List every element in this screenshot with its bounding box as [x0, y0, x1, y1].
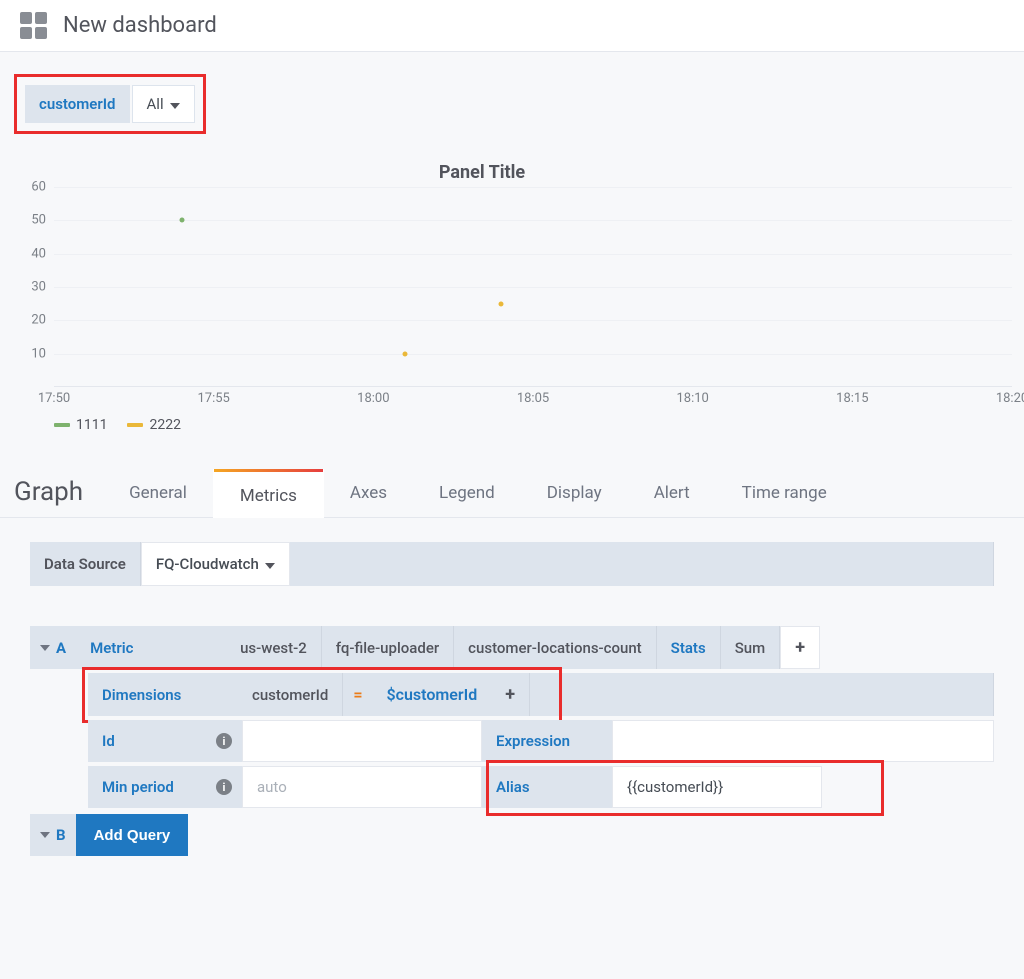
y-tick-label: 30: [31, 280, 46, 295]
min-period-label: Min period: [88, 766, 206, 808]
query-toggle-a[interactable]: A: [30, 626, 76, 669]
y-tick-label: 40: [31, 246, 46, 261]
variable-value: All: [147, 95, 164, 113]
legend-swatch: [127, 423, 143, 427]
data-point[interactable]: [403, 351, 408, 356]
dimensions-row: Dimensions customerId = $customerId +: [88, 673, 994, 716]
template-variables-row: customerId All: [0, 52, 1024, 156]
data-point[interactable]: [179, 218, 184, 223]
x-tick-label: 18:05: [517, 391, 549, 406]
legend-label: 1111: [76, 417, 107, 433]
variable-highlight-box: customerId All: [14, 74, 206, 134]
x-tick-label: 18:20: [996, 391, 1024, 406]
legend-label: 2222: [149, 417, 180, 433]
equals-icon: =: [343, 673, 372, 716]
query-toggle-b[interactable]: B: [30, 814, 76, 856]
datasource-picker[interactable]: FQ-Cloudwatch: [141, 542, 290, 586]
tab-display[interactable]: Display: [521, 469, 628, 517]
chart-legend: 1111 2222: [18, 407, 1016, 443]
chart-panel[interactable]: 102030405060 17:5017:5518:0018:0518:1018…: [0, 187, 1024, 443]
plot-canvas: [54, 187, 1012, 387]
alias-label: Alias: [482, 766, 612, 808]
legend-item[interactable]: 1111: [54, 417, 107, 433]
y-axis: 102030405060: [18, 187, 50, 387]
expression-label: Expression: [482, 720, 612, 762]
x-tick-label: 17:55: [197, 391, 229, 406]
stats-value[interactable]: Sum: [721, 626, 781, 669]
min-period-info-icon[interactable]: i: [206, 766, 242, 808]
dashboard-header: New dashboard: [0, 0, 1024, 52]
stats-label: Stats: [657, 626, 721, 669]
datasource-value: FQ-Cloudwatch: [156, 555, 259, 573]
caret-down-icon: [265, 555, 275, 573]
metrics-editor: Data Source FQ-Cloudwatch A Metric us-we…: [0, 518, 1024, 884]
variable-dropdown[interactable]: All: [132, 85, 195, 123]
panel-title[interactable]: Panel Title: [0, 162, 1024, 183]
x-tick-label: 18:10: [676, 391, 708, 406]
dimension-key[interactable]: customerId: [238, 673, 343, 716]
y-tick-label: 20: [31, 313, 46, 328]
y-tick-label: 60: [31, 180, 46, 195]
tab-metrics[interactable]: Metrics: [213, 469, 324, 518]
id-expression-row: Id i Expression: [88, 720, 994, 762]
dashboard-title[interactable]: New dashboard: [63, 13, 217, 38]
metric-label: Metric: [76, 626, 226, 669]
x-tick-label: 17:50: [38, 391, 70, 406]
caret-down-icon: [170, 95, 180, 113]
dimension-value[interactable]: $customerId: [373, 673, 492, 716]
variable-label: customerId: [25, 85, 130, 123]
panel-editor-tabs: Graph GeneralMetricsAxesLegendDisplayAle…: [0, 443, 1024, 518]
chart-plot-area: 102030405060 17:5017:5518:0018:0518:1018…: [18, 187, 1016, 407]
tab-alert[interactable]: Alert: [628, 469, 716, 517]
minperiod-alias-row: Min period i Alias {{customerId}}: [88, 766, 994, 808]
spacer: [530, 673, 994, 716]
region-segment[interactable]: us-west-2: [226, 626, 322, 669]
namespace-segment[interactable]: fq-file-uploader: [322, 626, 454, 669]
tab-time-range[interactable]: Time range: [716, 469, 853, 517]
tab-axes[interactable]: Axes: [324, 469, 413, 517]
query-letter-a: A: [56, 639, 66, 657]
y-tick-label: 50: [31, 213, 46, 228]
caret-down-icon: [40, 645, 50, 651]
add-dimension-button[interactable]: +: [491, 673, 530, 716]
id-label: Id: [88, 720, 206, 762]
alias-input[interactable]: {{customerId}}: [612, 766, 822, 808]
metric-name-segment[interactable]: customer-locations-count: [454, 626, 657, 669]
query-row-b: B Add Query: [30, 814, 994, 856]
data-point[interactable]: [499, 301, 504, 306]
legend-item[interactable]: 2222: [127, 417, 180, 433]
datasource-label: Data Source: [30, 542, 141, 586]
x-tick-label: 18:00: [357, 391, 389, 406]
min-period-input[interactable]: [242, 766, 482, 808]
spacer: [290, 542, 994, 586]
query-row-a: A Metric us-west-2 fq-file-uploader cust…: [30, 626, 994, 669]
id-input[interactable]: [242, 720, 482, 762]
id-info-icon[interactable]: i: [206, 720, 242, 762]
dashboard-icon: [20, 12, 47, 39]
x-tick-label: 18:15: [836, 391, 868, 406]
y-tick-label: 10: [31, 346, 46, 361]
tab-general[interactable]: General: [103, 469, 213, 517]
panel-type-label[interactable]: Graph: [14, 477, 103, 517]
dimensions-label: Dimensions: [88, 673, 238, 716]
add-query-button[interactable]: Add Query: [76, 814, 189, 856]
tab-legend[interactable]: Legend: [413, 469, 521, 517]
query-letter-b: B: [56, 826, 66, 844]
caret-down-icon: [40, 832, 50, 838]
query-a-details: Dimensions customerId = $customerId + Id…: [88, 673, 994, 808]
expression-input[interactable]: [612, 720, 994, 762]
x-axis: 17:5017:5518:0018:0518:1018:1518:20: [54, 391, 1012, 409]
datasource-row: Data Source FQ-Cloudwatch: [30, 542, 994, 586]
add-stat-button[interactable]: +: [780, 626, 820, 669]
legend-swatch: [54, 423, 70, 427]
